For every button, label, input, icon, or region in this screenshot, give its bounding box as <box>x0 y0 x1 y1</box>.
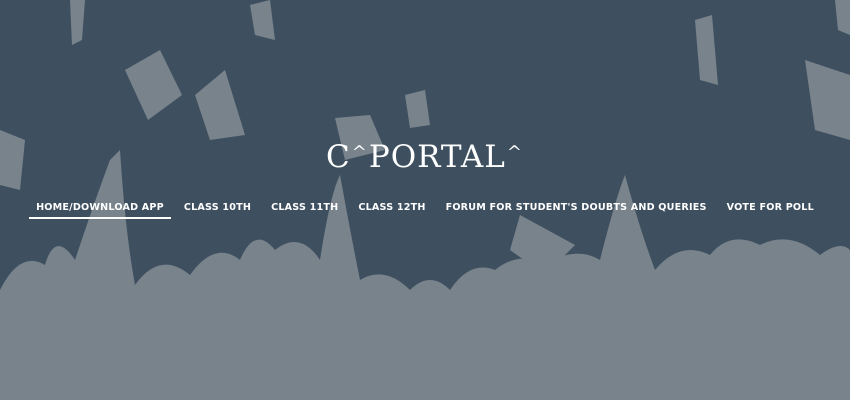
site-logo[interactable]: C^PORTAL^ <box>0 137 850 182</box>
logo-letter: C <box>326 139 351 175</box>
logo-text: PORTAL <box>368 139 506 175</box>
nav-class-10th[interactable]: CLASS 10TH <box>174 199 261 219</box>
main-navigation: HOME/DOWNLOAD APP CLASS 10TH CLASS 11TH … <box>0 199 850 219</box>
nav-class-12th[interactable]: CLASS 12TH <box>348 199 435 219</box>
hero-banner: C^PORTAL^ HOME/DOWNLOAD APP CLASS 10TH C… <box>0 0 850 400</box>
logo-cap-mark: ^ <box>351 142 368 163</box>
nav-class-11th[interactable]: CLASS 11TH <box>261 199 348 219</box>
nav-forum[interactable]: FORUM FOR STUDENT'S DOUBTS AND QUERIES <box>436 199 717 219</box>
nav-home-download-app[interactable]: HOME/DOWNLOAD APP <box>26 199 174 219</box>
logo-cap-mark-end: ^ <box>506 142 523 163</box>
nav-vote-for-poll[interactable]: VOTE FOR POLL <box>717 199 824 219</box>
